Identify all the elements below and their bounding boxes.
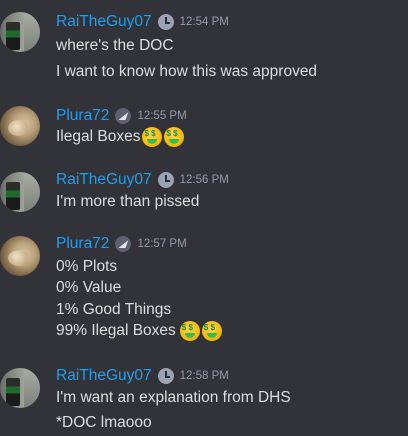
message-text: *DOC lmaooo <box>56 414 152 431</box>
username[interactable]: Plura72 <box>56 235 109 253</box>
message-header: RaiTheGuy07 12:54 PM <box>56 12 229 32</box>
message-text-content: 99% Ilegal Boxes <box>56 322 176 339</box>
message-header: Plura72 12:55 PM <box>56 106 187 126</box>
message-text: where's the DOC <box>56 37 174 54</box>
clock-icon[interactable] <box>157 14 174 30</box>
message-text: 0% Value <box>56 279 122 296</box>
avatar[interactable] <box>0 368 40 408</box>
message-text: 1% Good Things <box>56 301 172 318</box>
username[interactable]: RaiTheGuy07 <box>56 367 152 385</box>
timestamp[interactable]: 12:56 PM <box>180 174 229 186</box>
message-text: 99% Ilegal Boxes <box>56 320 222 342</box>
message-text: I'm more than pissed <box>56 193 200 210</box>
avatar[interactable] <box>0 12 40 52</box>
money-mouth-face-icon[interactable] <box>179 321 200 341</box>
avatar[interactable] <box>0 236 40 276</box>
message-text: I'm want an explanation from DHS <box>56 389 291 406</box>
message-text: Ilegal Boxes <box>56 126 185 148</box>
message-header: RaiTheGuy07 12:56 PM <box>56 170 229 190</box>
message-text: 0% Plots <box>56 258 118 275</box>
message-header: RaiTheGuy07 12:58 PM <box>56 366 229 386</box>
username[interactable]: RaiTheGuy07 <box>56 13 152 31</box>
message-header: Plura72 12:57 PM <box>56 234 187 254</box>
avatar[interactable] <box>0 106 40 146</box>
money-mouth-face-icon[interactable] <box>201 321 222 341</box>
message-text-content: Ilegal Boxes <box>56 128 141 145</box>
timestamp[interactable]: 12:57 PM <box>137 238 186 250</box>
paper-plane-icon[interactable] <box>115 236 132 252</box>
paper-plane-icon[interactable] <box>115 108 132 124</box>
message-text: I want to know how this was approved <box>56 63 318 80</box>
username[interactable]: Plura72 <box>56 107 109 125</box>
avatar[interactable] <box>0 172 40 212</box>
clock-icon[interactable] <box>157 368 174 384</box>
username[interactable]: RaiTheGuy07 <box>56 171 152 189</box>
timestamp[interactable]: 12:55 PM <box>137 110 186 122</box>
money-mouth-face-icon[interactable] <box>142 127 163 147</box>
timestamp[interactable]: 12:58 PM <box>180 370 229 382</box>
timestamp[interactable]: 12:54 PM <box>180 16 229 28</box>
money-mouth-face-icon[interactable] <box>164 127 185 147</box>
clock-icon[interactable] <box>157 172 174 188</box>
